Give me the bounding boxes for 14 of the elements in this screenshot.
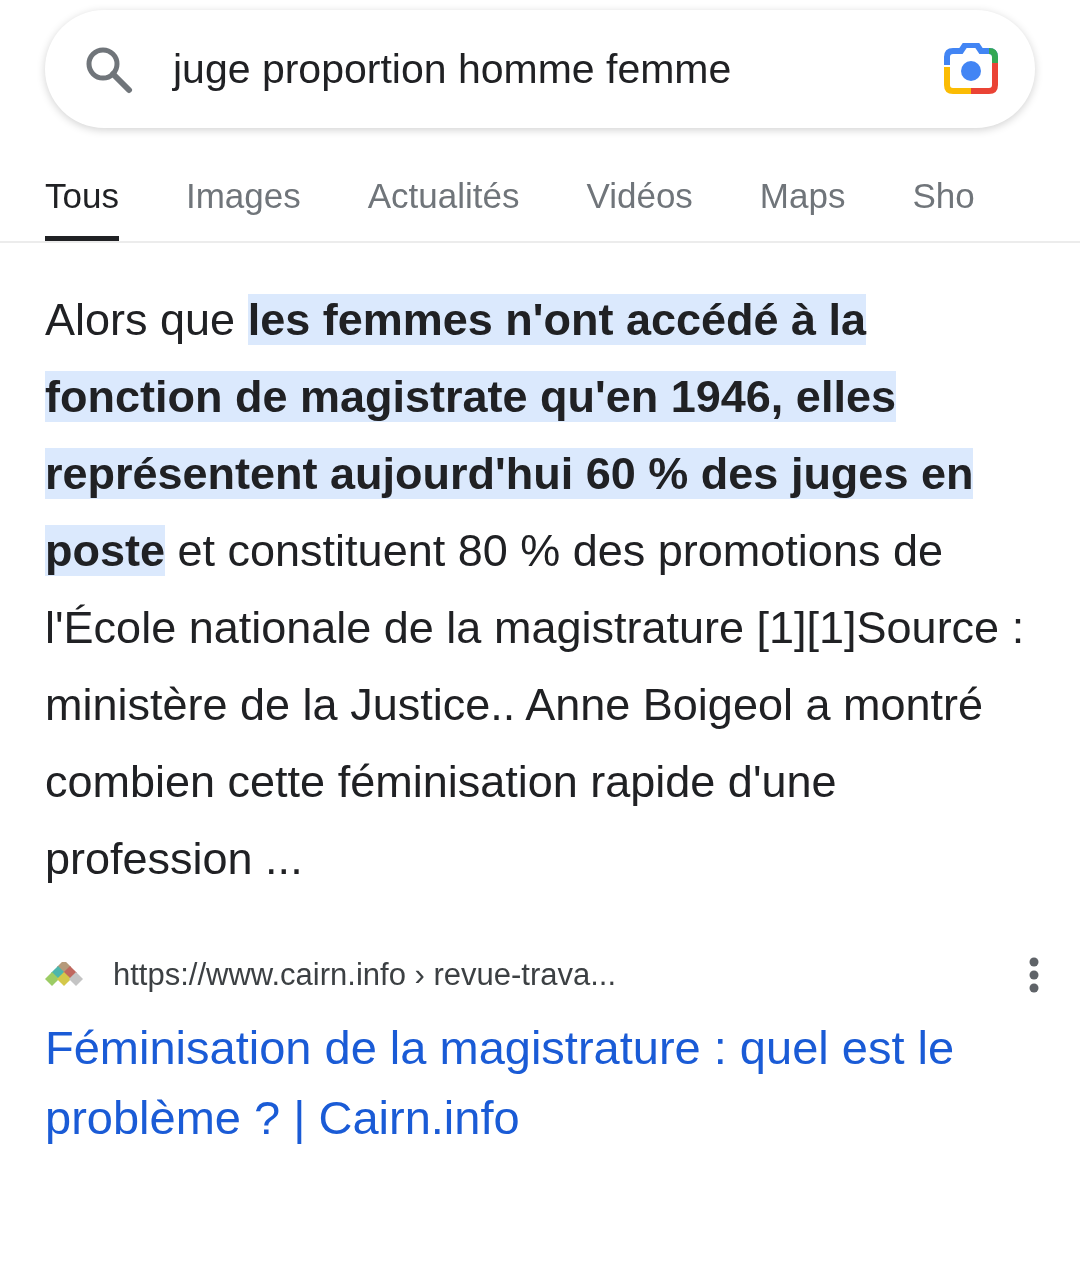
search-query: juge proportion homme femme [173,45,733,93]
result-title-link[interactable]: Féminisation de la magistrature : quel est le problème ? | Cairn.info [45,1013,1040,1153]
tab[interactable]: Tous [45,168,119,241]
tab[interactable]: Vidéos [586,168,693,241]
search-field[interactable]: juge proportion homme femme [45,10,1035,128]
snippet-text: Alors que les femmes n'ont accédé à la fonction de magistrate qu'en 1946, elles représentent aujourd'hui 60 % des juges en poste et constituent 80 % des promotions de l'École nationale de la magistrature [1][1]Source : ministère de la Justice.. Anne Boigeol a montré combien cette féminisation rapide d'une profession ... [45,293,1026,886]
tab[interactable]: Images [185,168,301,241]
site-favicon-icon [45,962,83,988]
more-options-icon[interactable] [1028,957,1040,993]
tab[interactable]: Maps [759,168,846,241]
tab[interactable]: Sho [912,168,975,241]
camera-icon[interactable] [943,43,999,95]
result-url[interactable]: https://www.cairn.info › revue-trava... [113,957,998,993]
tab[interactable]: Actualités [367,168,520,241]
